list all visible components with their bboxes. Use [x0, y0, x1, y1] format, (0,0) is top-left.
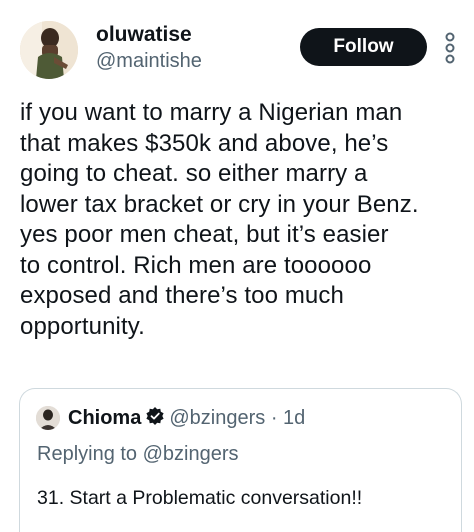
quote-timestamp[interactable]: 1d [283, 407, 305, 429]
author-avatar[interactable] [20, 21, 78, 79]
more-vertical-icon [445, 32, 455, 64]
quote-replying-to[interactable]: Replying to @bzingers [37, 441, 239, 467]
tweet-line: to control. Rich men are toooooo [20, 251, 372, 279]
tweet-line: going to cheat. so either marry a [20, 160, 368, 187]
tweet-line: yes poor men cheat, but it’s easier [20, 221, 389, 248]
quoted-tweet[interactable]: Chioma @bzingers · 1d Replying to @bzing… [19, 388, 462, 532]
tweet-line: that makes $350k and above, he’s [20, 129, 389, 157]
author-display-name[interactable]: oluwatise [96, 22, 202, 48]
quote-text: 31. Start a Problematic conversation!! [37, 487, 363, 509]
author-handle[interactable]: @maintishe [96, 48, 202, 74]
quote-avatar[interactable] [36, 406, 60, 430]
tweet-line: exposed and there’s too much [20, 282, 344, 309]
verified-badge-icon [145, 406, 165, 433]
quote-handle[interactable]: @bzingers [169, 407, 265, 429]
tweet-line: lower tax bracket or cry in your Benz. [20, 190, 419, 218]
follow-button[interactable]: Follow [300, 28, 427, 66]
tweet-line: opportunity. [20, 312, 145, 340]
tweet-line: if you want to marry a Nigerian man [20, 99, 403, 126]
quote-display-name[interactable]: Chioma [68, 407, 141, 429]
tweet-text: if you want to marry a Nigerian man that… [20, 98, 460, 342]
quote-separator: · [270, 407, 278, 429]
more-options-button[interactable] [441, 32, 459, 64]
